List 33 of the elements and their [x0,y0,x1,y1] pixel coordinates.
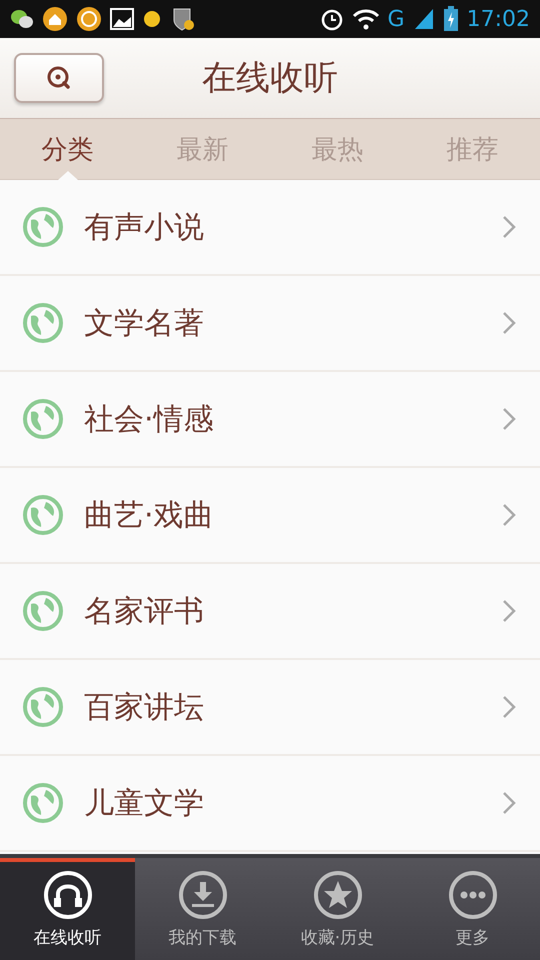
nav-tab[interactable]: 更多 [405,858,540,960]
chevron-right-icon [502,599,516,623]
house-icon [42,6,68,32]
network-type: G [388,6,405,32]
category-label: 有声小说 [84,208,205,246]
battery-icon [442,6,459,32]
category-label: 曲艺·戏曲 [84,496,215,534]
clock-time: 17:02 [466,6,530,32]
chevron-right-icon [502,503,516,527]
category-label: 儿童文学 [84,784,205,822]
nav-tab[interactable]: 我的下载 [135,858,270,960]
search-button[interactable] [14,53,104,103]
chevron-right-icon [502,407,516,431]
category-label: 名家评书 [84,592,205,630]
download-icon [178,870,228,920]
chevron-right-icon [502,215,516,239]
chevron-right-icon [502,311,516,335]
alarm-icon [320,7,344,31]
signal-icon [412,7,435,31]
chevron-right-icon [502,791,516,815]
headphones-icon [42,870,92,920]
category-label: 文学名著 [84,304,205,342]
image-icon [110,8,134,30]
chevron-right-icon [502,695,516,719]
more-icon [448,870,498,920]
nav-tab[interactable]: 在线收听 [0,858,135,960]
nav-tab[interactable]: 收藏·历史 [270,858,405,960]
category-label: 社会·情感 [84,400,215,438]
chat-icon [10,8,34,30]
category-label: 百家讲坛 [84,688,205,726]
page-title: 在线收听 [202,57,338,100]
search-icon [45,64,73,92]
wifi-icon [352,8,380,30]
